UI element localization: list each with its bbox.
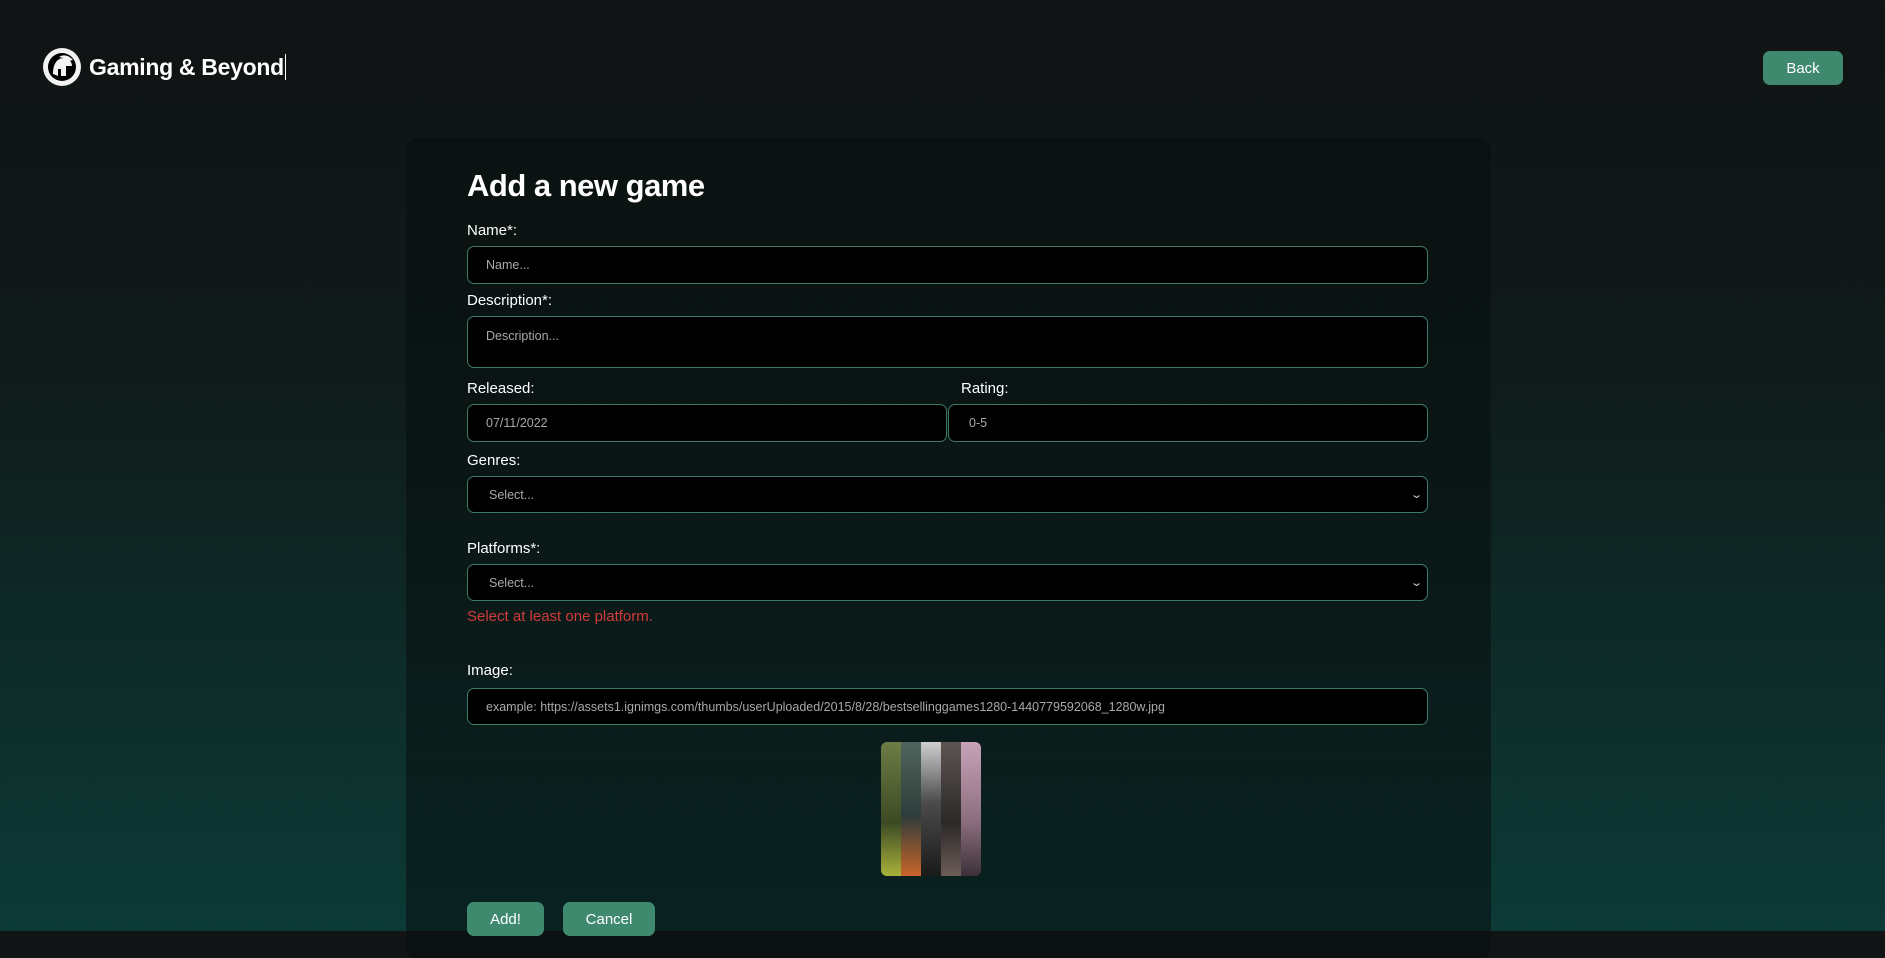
description-label: Description*:: [467, 292, 553, 309]
released-label: Released:: [467, 380, 535, 397]
platforms-label: Platforms*:: [467, 540, 541, 557]
platforms-select-value: Select...: [489, 575, 535, 590]
app-title: Gaming & Beyond: [89, 54, 286, 80]
name-label: Name*:: [467, 222, 518, 239]
genres-select-value: Select...: [489, 487, 535, 502]
chevron-down-icon: ⌄: [1409, 489, 1423, 501]
description-textarea[interactable]: Description...: [467, 316, 1428, 368]
image-label: Image:: [467, 662, 513, 679]
chevron-down-icon: ⌄: [1409, 577, 1423, 589]
name-input[interactable]: Name...: [467, 246, 1428, 284]
image-preview: [881, 742, 981, 876]
platforms-select[interactable]: Select... ⌄: [467, 564, 1428, 601]
platforms-error: Select at least one platform.: [467, 608, 653, 625]
brand: Gaming & Beyond: [43, 48, 286, 86]
page-title: Add a new game: [467, 168, 705, 203]
rating-label: Rating:: [961, 380, 1009, 397]
rating-input[interactable]: 0-5: [948, 404, 1428, 442]
genres-select[interactable]: Select... ⌄: [467, 476, 1428, 513]
add-game-card: Add a new game Name*: Name... Descriptio…: [406, 138, 1491, 958]
image-url-input[interactable]: example: https://assets1.ignimgs.com/thu…: [467, 688, 1428, 725]
spartan-helmet-icon: [43, 48, 81, 86]
released-date-input[interactable]: 07/11/2022: [467, 404, 947, 442]
back-button[interactable]: Back: [1763, 51, 1843, 85]
genres-label: Genres:: [467, 452, 521, 469]
